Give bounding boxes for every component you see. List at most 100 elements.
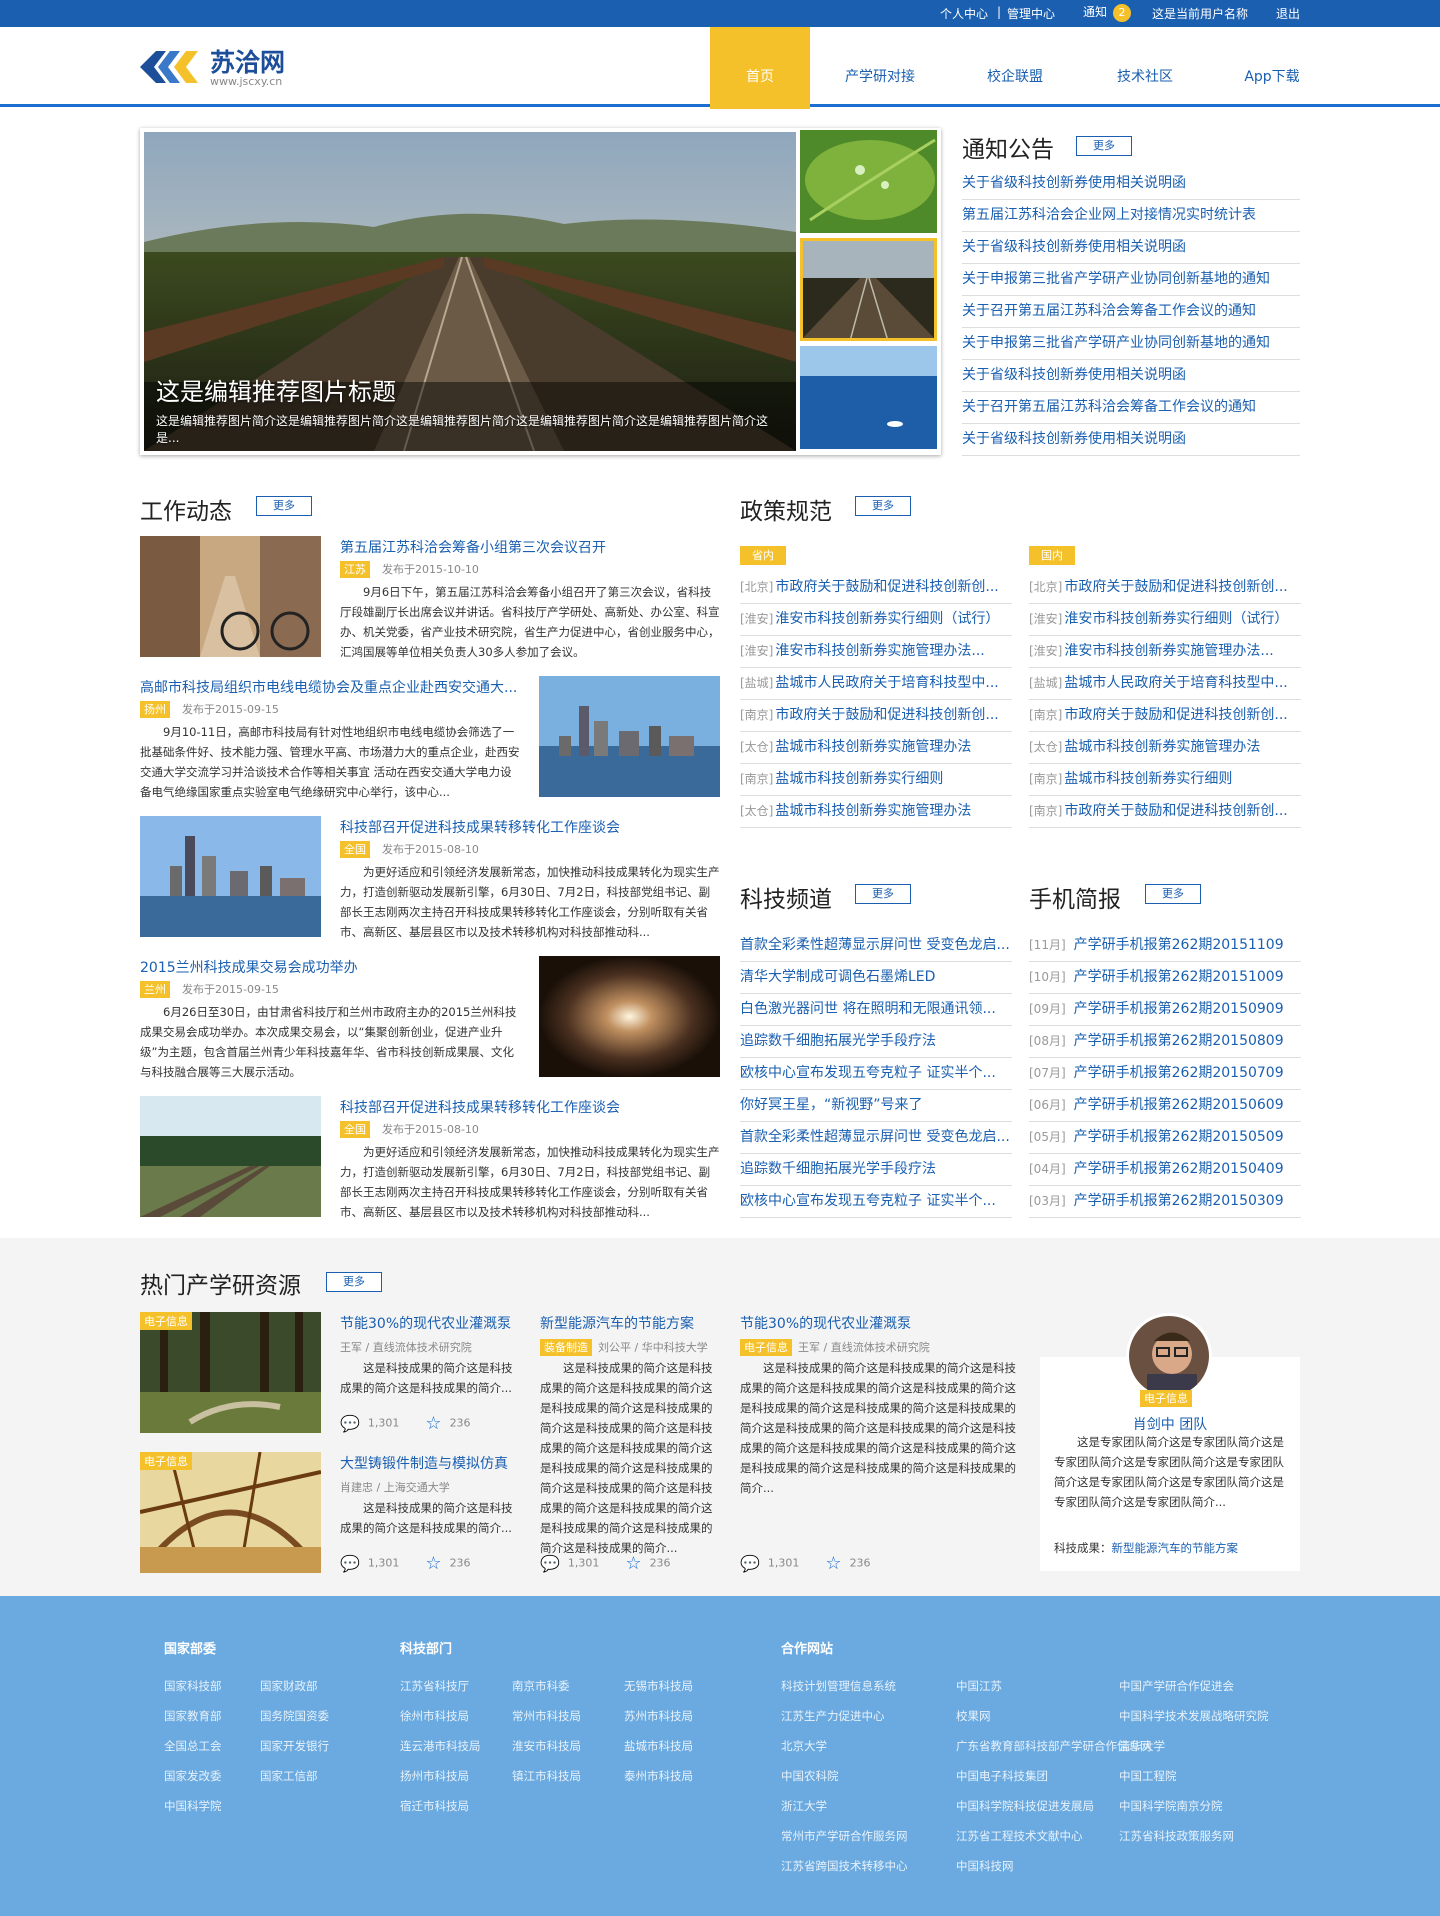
work-item-3-title[interactable]: 科技部召开促进科技成果转移转化工作座谈会 bbox=[340, 817, 720, 837]
resource-3-title[interactable]: 新型能源汽车的节能方案 bbox=[540, 1313, 694, 1333]
policy-tag-national[interactable]: 国内 bbox=[1029, 546, 1075, 565]
logout-link[interactable]: 退出 bbox=[1276, 5, 1300, 22]
comment-icon[interactable]: 💬 bbox=[340, 1414, 360, 1433]
policy-item[interactable]: [太仓] 盐城市科技创新券实施管理办法 bbox=[740, 732, 1012, 764]
footer-link[interactable]: 中国科学院科技促进发展局 bbox=[956, 1798, 1094, 1814]
footer-link[interactable]: 北京大学 bbox=[781, 1738, 827, 1754]
work-item-1-image[interactable] bbox=[140, 536, 321, 657]
nav-tech-community[interactable]: 技术社区 bbox=[1085, 27, 1205, 107]
resource-4-title[interactable]: 节能30%的现代农业灌溉泵 bbox=[740, 1313, 911, 1333]
footer-link[interactable]: 江苏生产力促进中心 bbox=[781, 1708, 885, 1724]
tech-item[interactable]: 欧核中心宣布发现五夸克粒子 证实半个... bbox=[740, 1186, 1012, 1218]
notice-item[interactable]: 关于召开第五届江苏科洽会筹备工作会议的通知 bbox=[962, 392, 1300, 424]
resource-1-image[interactable]: 电子信息 bbox=[140, 1312, 321, 1433]
footer-link[interactable]: 中国电子科技集团 bbox=[956, 1768, 1048, 1784]
mobile-item[interactable]: [03月] 产学研手机报第262期20150309 bbox=[1029, 1186, 1301, 1218]
tech-item[interactable]: 首款全彩柔性超薄显示屏问世 受变色龙启... bbox=[740, 1122, 1012, 1154]
notice-item[interactable]: 关于省级科技创新券使用相关说明函 bbox=[962, 424, 1300, 456]
policy-item[interactable]: [淮安] 淮安市科技创新券实施管理办法... bbox=[1029, 636, 1301, 668]
policy-item[interactable]: [南京] 市政府关于鼓励和促进科技创新创... bbox=[1029, 796, 1301, 828]
tech-item[interactable]: 白色激光器问世 将在照明和无限通讯领... bbox=[740, 994, 1012, 1026]
policy-item[interactable]: [淮安] 淮安市科技创新券实行细则（试行） bbox=[1029, 604, 1301, 636]
tech-item[interactable]: 追踪数千细胞拓展光学手段疗法 bbox=[740, 1154, 1012, 1186]
resource-2-title[interactable]: 大型铸锻件制造与模拟仿真 bbox=[340, 1453, 508, 1473]
notice-item[interactable]: 关于召开第五届江苏科洽会筹备工作会议的通知 bbox=[962, 296, 1300, 328]
notice-link[interactable]: 通知 2 bbox=[1083, 3, 1132, 22]
footer-link[interactable]: 中国农科院 bbox=[781, 1768, 839, 1784]
nav-school-enterprise[interactable]: 校企联盟 bbox=[955, 27, 1075, 107]
footer-link[interactable]: 无锡市科技局 bbox=[624, 1678, 693, 1694]
personal-center-link[interactable]: 个人中心 bbox=[940, 5, 988, 22]
footer-link[interactable]: 中国科技网 bbox=[956, 1858, 1014, 1874]
work-item-4-title[interactable]: 2015兰州科技成果交易会成功举办 bbox=[140, 957, 520, 977]
footer-link[interactable]: 江苏省跨国技术转移中心 bbox=[781, 1858, 908, 1874]
work-item-2-title[interactable]: 高邮市科技局组织市电线电缆协会及重点企业赴西安交通大... bbox=[140, 677, 520, 697]
footer-link[interactable]: 国家教育部 bbox=[164, 1708, 222, 1724]
policy-item[interactable]: [盐城] 盐城市人民政府关于培育科技型中... bbox=[740, 668, 1012, 700]
comment-icon[interactable]: 💬 bbox=[740, 1554, 760, 1573]
footer-link[interactable]: 江苏省工程技术文献中心 bbox=[956, 1828, 1083, 1844]
tech-item[interactable]: 你好冥王星，“新视野”号来了 bbox=[740, 1090, 1012, 1122]
nav-app-download[interactable]: App下载 bbox=[1212, 27, 1332, 107]
mobile-item[interactable]: [06月] 产学研手机报第262期20150609 bbox=[1029, 1090, 1301, 1122]
tech-item[interactable]: 追踪数千细胞拓展光学手段疗法 bbox=[740, 1026, 1012, 1058]
footer-link[interactable]: 校果网 bbox=[956, 1708, 991, 1724]
nav-home[interactable]: 首页 bbox=[710, 27, 810, 109]
hero-thumb-railway[interactable] bbox=[800, 238, 937, 341]
footer-link[interactable]: 徐州市科技局 bbox=[400, 1708, 469, 1724]
footer-link[interactable]: 常州市科技局 bbox=[512, 1708, 581, 1724]
policy-more-button[interactable]: 更多 bbox=[855, 496, 911, 516]
star-icon[interactable]: ☆ bbox=[625, 1553, 641, 1574]
work-item-1-title[interactable]: 第五届江苏科洽会筹备小组第三次会议召开 bbox=[340, 537, 720, 557]
work-item-4-image[interactable] bbox=[539, 956, 720, 1077]
policy-tag-province[interactable]: 省内 bbox=[740, 546, 786, 565]
policy-item[interactable]: [盐城] 盐城市人民政府关于培育科技型中... bbox=[1029, 668, 1301, 700]
hero-thumb-sea[interactable] bbox=[800, 346, 937, 449]
work-item-2-image[interactable] bbox=[539, 676, 720, 797]
hot-more-button[interactable]: 更多 bbox=[326, 1272, 382, 1292]
policy-item[interactable]: [太仓] 盐城市科技创新券实施管理办法 bbox=[740, 796, 1012, 828]
mobile-item[interactable]: [10月] 产学研手机报第262期20151009 bbox=[1029, 962, 1301, 994]
notices-more-button[interactable]: 更多 bbox=[1076, 136, 1132, 156]
comment-icon[interactable]: 💬 bbox=[540, 1554, 560, 1573]
footer-link[interactable]: 全国总工会 bbox=[164, 1738, 222, 1754]
footer-link[interactable]: 淮安市科技局 bbox=[512, 1738, 581, 1754]
footer-link[interactable]: 国家科技部 bbox=[164, 1678, 222, 1694]
policy-item[interactable]: [南京] 市政府关于鼓励和促进科技创新创... bbox=[740, 700, 1012, 732]
mobile-more-button[interactable]: 更多 bbox=[1145, 884, 1201, 904]
hero-main-image[interactable]: 这是编辑推荐图片标题 这是编辑推荐图片简介这是编辑推荐图片简介这是编辑推荐图片简… bbox=[144, 132, 796, 451]
star-icon[interactable]: ☆ bbox=[425, 1413, 441, 1434]
tech-item[interactable]: 欧核中心宣布发现五夸克粒子 证实半个... bbox=[740, 1058, 1012, 1090]
nav-industry-research[interactable]: 产学研对接 bbox=[820, 27, 940, 107]
mobile-item[interactable]: [05月] 产学研手机报第262期20150509 bbox=[1029, 1122, 1301, 1154]
policy-item[interactable]: [淮安] 淮安市科技创新券实行细则（试行） bbox=[740, 604, 1012, 636]
footer-link[interactable]: 国家财政部 bbox=[260, 1678, 318, 1694]
footer-link[interactable]: 南京市科委 bbox=[512, 1678, 570, 1694]
notice-item[interactable]: 第五届江苏科洽会企业网上对接情况实时统计表 bbox=[962, 200, 1300, 232]
footer-link[interactable]: 泰州市科技局 bbox=[624, 1768, 693, 1784]
footer-link[interactable]: 中国工程院 bbox=[1119, 1768, 1177, 1784]
mobile-item[interactable]: [08月] 产学研手机报第262期20150809 bbox=[1029, 1026, 1301, 1058]
footer-link[interactable]: 国家开发银行 bbox=[260, 1738, 329, 1754]
tech-item[interactable]: 首款全彩柔性超薄显示屏问世 受变色龙启... bbox=[740, 930, 1012, 962]
notice-item[interactable]: 关于省级科技创新券使用相关说明函 bbox=[962, 360, 1300, 392]
star-icon[interactable]: ☆ bbox=[425, 1553, 441, 1574]
footer-link[interactable]: 江苏省科技政策服务网 bbox=[1119, 1828, 1234, 1844]
policy-item[interactable]: [南京] 盐城市科技创新券实行细则 bbox=[740, 764, 1012, 796]
footer-link[interactable]: 江苏省科技厅 bbox=[400, 1678, 469, 1694]
footer-link[interactable]: 中国科学院南京分院 bbox=[1119, 1798, 1223, 1814]
notice-item[interactable]: 关于申报第三批省产学研产业协同创新基地的通知 bbox=[962, 264, 1300, 296]
policy-item[interactable]: [太仓] 盐城市科技创新券实施管理办法 bbox=[1029, 732, 1301, 764]
footer-link[interactable]: 中国科学院 bbox=[164, 1798, 222, 1814]
footer-link[interactable]: 国家工信部 bbox=[260, 1768, 318, 1784]
work-item-5-title[interactable]: 科技部召开促进科技成果转移转化工作座谈会 bbox=[340, 1097, 720, 1117]
footer-link[interactable]: 中国科学技术发展战略研究院 bbox=[1119, 1708, 1269, 1724]
admin-center-link[interactable]: 管理中心 bbox=[1007, 5, 1055, 22]
footer-link[interactable]: 科技计划管理信息系统 bbox=[781, 1678, 896, 1694]
footer-link[interactable]: 扬州市科技局 bbox=[400, 1768, 469, 1784]
achievement-link[interactable]: 新型能源汽车的节能方案 bbox=[1112, 1541, 1239, 1555]
work-item-5-image[interactable] bbox=[140, 1096, 321, 1217]
policy-item[interactable]: [南京] 盐城市科技创新券实行细则 bbox=[1029, 764, 1301, 796]
footer-link[interactable]: 宿迁市科技局 bbox=[400, 1798, 469, 1814]
expert-avatar[interactable] bbox=[1126, 1313, 1212, 1399]
